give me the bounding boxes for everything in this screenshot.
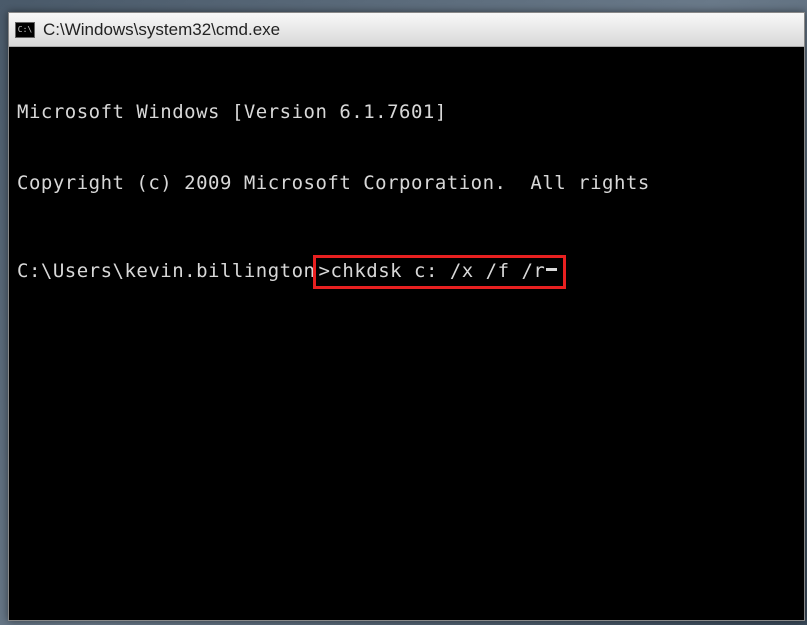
typed-command: chkdsk c: /x /f /r [330,260,545,284]
prompt-line: C:\Users\kevin.billington > chkdsk c: /x… [17,255,796,289]
command-highlight: > chkdsk c: /x /f /r [313,255,566,289]
terminal-area[interactable]: Microsoft Windows [Version 6.1.7601] Cop… [9,47,804,342]
titlebar[interactable]: C:\ C:\Windows\system32\cmd.exe [9,13,804,47]
app-icon: C:\ [15,22,35,38]
cursor [546,268,557,271]
window-title: C:\Windows\system32\cmd.exe [43,20,280,40]
version-line: Microsoft Windows [Version 6.1.7601] [17,101,796,125]
cmd-window: C:\ C:\Windows\system32\cmd.exe Microsof… [8,12,805,621]
prompt-path: C:\Users\kevin.billington [17,260,315,284]
prompt-caret: > [318,260,330,284]
copyright-line: Copyright (c) 2009 Microsoft Corporation… [17,172,796,196]
